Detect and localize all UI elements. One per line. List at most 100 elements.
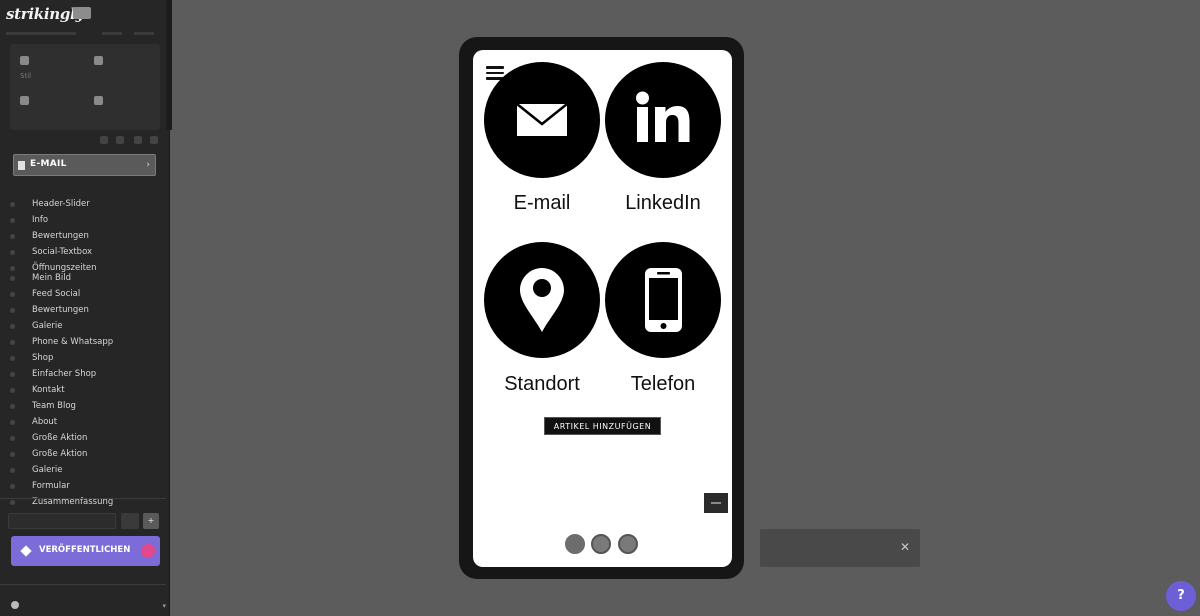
section-list-item[interactable]: Social-Textbox bbox=[0, 246, 166, 260]
mobile-view-icon[interactable] bbox=[134, 136, 142, 144]
drag-handle-icon[interactable] bbox=[10, 500, 15, 505]
section-list-item-label: Galerie bbox=[32, 465, 63, 475]
redo-icon[interactable] bbox=[116, 136, 124, 144]
logo-badge bbox=[73, 7, 91, 19]
section-list-item-label: Bewertungen bbox=[32, 305, 89, 315]
contact-location-label: Standort bbox=[504, 373, 580, 395]
contact-email-button[interactable] bbox=[484, 62, 600, 178]
analytics-icon bbox=[94, 96, 103, 105]
section-list-item-label: Bewertungen bbox=[32, 231, 89, 241]
section-icon bbox=[18, 161, 25, 170]
contact-phone-button[interactable] bbox=[605, 242, 721, 358]
section-list-item[interactable]: Info bbox=[0, 214, 166, 228]
drag-handle-icon[interactable] bbox=[10, 308, 15, 313]
sidebar-top-bar bbox=[6, 26, 156, 40]
notification-dot bbox=[141, 544, 155, 558]
phone-icon bbox=[645, 268, 682, 332]
section-list-item-label: Team Blog bbox=[32, 401, 76, 411]
account-menu[interactable]: ▾ bbox=[0, 596, 170, 616]
search-input[interactable] bbox=[8, 513, 116, 529]
divider bbox=[0, 498, 166, 499]
section-list: Header-Slider Info Bewertungen Social-Textb… bbox=[0, 198, 166, 507]
settings-icon bbox=[20, 96, 29, 105]
chevron-right-icon: › bbox=[146, 160, 150, 170]
social-icon[interactable] bbox=[565, 534, 585, 554]
plus-icon[interactable]: + bbox=[143, 513, 159, 529]
contact-linkedin-button[interactable] bbox=[605, 62, 721, 178]
panel-tile-4[interactable] bbox=[88, 88, 154, 122]
drag-handle-icon[interactable] bbox=[10, 420, 15, 425]
chevron-down-icon: ▾ bbox=[162, 602, 166, 610]
section-list-item[interactable]: Bewertungen bbox=[0, 304, 166, 318]
section-list-item[interactable]: Galerie bbox=[0, 464, 166, 478]
drag-handle-icon[interactable] bbox=[10, 356, 15, 361]
section-list-item[interactable]: Große Aktion bbox=[0, 448, 166, 462]
drag-handle-icon[interactable] bbox=[10, 452, 15, 457]
section-select[interactable]: E-MAIL › bbox=[13, 154, 156, 176]
panel-icon-row bbox=[100, 134, 160, 146]
section-list-item[interactable]: Phone & Whatsapp bbox=[0, 336, 166, 350]
drag-handle-icon[interactable] bbox=[10, 340, 15, 345]
design-panel: Stil bbox=[10, 44, 160, 130]
drag-handle-icon[interactable] bbox=[10, 266, 15, 271]
section-list-item-label: Formular bbox=[32, 481, 70, 491]
help-button[interactable]: ? bbox=[1166, 581, 1196, 611]
section-list-item-label: Große Aktion bbox=[32, 433, 88, 443]
section-list-item[interactable]: Header-Slider bbox=[0, 198, 166, 212]
publish-label: VERÖFFENTLICHEN bbox=[39, 545, 131, 555]
section-list-item[interactable]: About bbox=[0, 416, 166, 430]
drag-handle-icon[interactable] bbox=[10, 218, 15, 223]
section-list-item-label: Header-Slider bbox=[32, 199, 90, 209]
section-list-item[interactable]: Shop bbox=[0, 352, 166, 366]
section-list-item[interactable]: Einfacher Shop bbox=[0, 368, 166, 382]
panel-tile-3[interactable] bbox=[14, 88, 80, 122]
section-list-item-label: Kontakt bbox=[32, 385, 65, 395]
section-list-item[interactable]: Team Blog bbox=[0, 400, 166, 414]
drag-handle-icon[interactable] bbox=[10, 202, 15, 207]
panel-tile-label: Stil bbox=[20, 72, 32, 80]
drag-handle-icon[interactable] bbox=[10, 292, 15, 297]
close-icon[interactable]: ✕ bbox=[900, 540, 910, 554]
notification-toast: ✕ bbox=[760, 529, 920, 567]
contact-location-button[interactable] bbox=[484, 242, 600, 358]
style-icon bbox=[20, 56, 29, 65]
drag-handle-icon[interactable] bbox=[10, 276, 15, 281]
section-list-item[interactable]: Feed Social bbox=[0, 288, 166, 302]
drag-handle-icon[interactable] bbox=[10, 404, 15, 409]
publish-button[interactable]: VERÖFFENTLICHEN bbox=[11, 536, 160, 566]
undo-icon[interactable] bbox=[100, 136, 108, 144]
add-item-button[interactable]: ARTIKEL HINZUFÜGEN bbox=[544, 417, 661, 435]
divider bbox=[0, 584, 166, 585]
section-list-item[interactable]: Bewertungen bbox=[0, 230, 166, 244]
drag-handle-icon[interactable] bbox=[10, 388, 15, 393]
section-list-item-label: Shop bbox=[32, 353, 54, 363]
social-icon[interactable] bbox=[618, 534, 638, 554]
panel-tile-style[interactable]: Stil bbox=[14, 48, 80, 82]
section-list-item-label: Einfacher Shop bbox=[32, 369, 97, 379]
section-list-item-label: Social-Textbox bbox=[32, 247, 93, 257]
avatar bbox=[11, 601, 19, 609]
envelope-icon bbox=[516, 103, 568, 136]
panel-tile-2[interactable] bbox=[88, 48, 154, 82]
contact-phone-label: Telefon bbox=[630, 373, 696, 395]
edit-section-button[interactable] bbox=[704, 493, 728, 513]
section-list-item[interactable]: Mein Bild bbox=[0, 272, 166, 286]
sidebar-scrollbar[interactable] bbox=[166, 0, 172, 130]
section-list-item[interactable]: Galerie bbox=[0, 320, 166, 334]
linkedin-icon bbox=[636, 91, 690, 142]
drag-handle-icon[interactable] bbox=[10, 234, 15, 239]
desktop-view-icon[interactable] bbox=[150, 136, 158, 144]
drag-handle-icon[interactable] bbox=[10, 436, 15, 441]
drag-handle-icon[interactable] bbox=[10, 324, 15, 329]
section-list-item[interactable]: Kontakt bbox=[0, 384, 166, 398]
drag-handle-icon[interactable] bbox=[10, 484, 15, 489]
drag-handle-icon[interactable] bbox=[10, 372, 15, 377]
section-list-item-label: About bbox=[32, 417, 58, 427]
section-list-item-label: Mein Bild bbox=[32, 273, 71, 283]
social-icon[interactable] bbox=[591, 534, 611, 554]
drag-handle-icon[interactable] bbox=[10, 250, 15, 255]
section-list-item[interactable]: Formular bbox=[0, 480, 166, 494]
section-list-item[interactable]: Große Aktion bbox=[0, 432, 166, 446]
drag-handle-icon[interactable] bbox=[10, 468, 15, 473]
add-section-button[interactable] bbox=[121, 513, 139, 529]
